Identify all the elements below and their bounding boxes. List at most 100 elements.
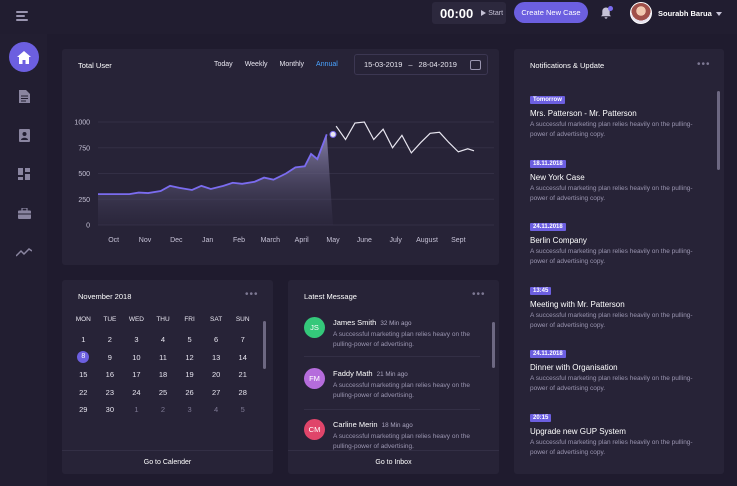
calendar-day-number: 5	[187, 335, 192, 345]
notification-dot	[608, 6, 613, 11]
calendar-day[interactable]: 21	[229, 370, 256, 379]
message-item[interactable]: JS James Smith 32 Min ago A successful ma…	[304, 317, 480, 348]
notification-tag: 24.11.2018	[530, 223, 566, 231]
x-tick-label: Jan	[202, 237, 213, 244]
calendar-day-number: 20	[211, 370, 221, 380]
calendar-day[interactable]: 4	[203, 405, 230, 414]
calendar-day[interactable]: 1	[70, 335, 97, 344]
calendar-day-number: 5	[240, 405, 245, 415]
notification-item[interactable]: Tomorrow Mrs. Patterson - Mr. Patterson …	[530, 88, 710, 139]
calendar-day[interactable]: 2	[150, 405, 177, 414]
tab-annual[interactable]: Annual	[316, 61, 338, 68]
calendar-day[interactable]: 16	[97, 370, 124, 379]
message-avatar: JS	[304, 317, 325, 338]
calendar-day[interactable]: 12	[176, 353, 203, 362]
messages-scrollbar[interactable]	[492, 322, 495, 368]
calendar-day[interactable]: 20	[203, 370, 230, 379]
calendar-day[interactable]: 1	[123, 405, 150, 414]
calendar-day[interactable]: 15	[70, 370, 97, 379]
timer-start-button[interactable]: Start	[481, 10, 503, 17]
calendar-day[interactable]: 4	[150, 335, 177, 344]
go-to-inbox-link[interactable]: Go to Inbox	[288, 450, 499, 474]
notifications-more-icon[interactable]: •••	[697, 59, 711, 70]
message-sender: Faddy Math	[333, 369, 373, 378]
calendar-day-number: 19	[185, 370, 194, 380]
notification-text: A successful marketing plan relies heavi…	[530, 439, 693, 456]
calendar-day[interactable]: 19	[176, 370, 203, 379]
calendar-day[interactable]: 3	[176, 405, 203, 414]
tab-monthly[interactable]: Monthly	[280, 61, 305, 68]
notification-item[interactable]: 24.11.2018 Dinner with Organisation A su…	[530, 342, 710, 393]
tab-weekly[interactable]: Weekly	[245, 61, 268, 68]
message-item[interactable]: FM Faddy Math 21 Min ago A successful mar…	[304, 368, 480, 399]
notification-item[interactable]: 18.11.2018 New York Case A successful ma…	[530, 152, 710, 203]
calendar-day[interactable]: 18	[150, 370, 177, 379]
calendar-day[interactable]: 25	[150, 388, 177, 397]
calendar-icon[interactable]	[470, 60, 481, 70]
notification-item[interactable]: 24.11.2018 Berlin Company A successful m…	[530, 215, 710, 266]
calendar-scrollbar[interactable]	[263, 321, 266, 369]
calendar-day-number: 11	[159, 352, 167, 362]
calendar-day[interactable]: 8	[70, 351, 97, 364]
calendar-day[interactable]: 23	[97, 388, 124, 397]
go-to-calendar-link[interactable]: Go to Calender	[62, 450, 273, 474]
message-avatar: FM	[304, 368, 325, 389]
date-range-picker[interactable]: 15-03-2019 – 28-04-2019	[354, 54, 488, 75]
calendar-day[interactable]: 14	[229, 353, 256, 362]
calendar-day[interactable]: 5	[229, 405, 256, 414]
hamburger-menu-icon[interactable]	[16, 11, 28, 21]
sidebar-item-dashboard[interactable]	[9, 159, 39, 189]
calendar-day-number: 6	[214, 335, 219, 345]
x-tick-label: Feb	[233, 237, 245, 244]
x-tick-label: March	[261, 237, 281, 244]
calendar-day-number: 21	[238, 370, 247, 380]
calendar-day[interactable]: 28	[229, 388, 256, 397]
calendar-day-number: 18	[158, 370, 168, 380]
sidebar-item-home[interactable]	[9, 42, 39, 72]
calendar-day[interactable]: 5	[176, 335, 203, 344]
calendar-day[interactable]: 7	[229, 335, 256, 344]
calendar-day[interactable]: 13	[203, 353, 230, 362]
tab-today[interactable]: Today	[214, 61, 233, 68]
message-text: A successful marketing plan relies heavy…	[333, 382, 470, 399]
sidebar-item-contacts[interactable]	[9, 120, 39, 150]
calendar-day[interactable]: 17	[123, 370, 150, 379]
total-user-chart: 0 250 500 750 1000 Oct Nov Dec Jan Feb March April M…	[74, 120, 494, 244]
notification-bell-icon[interactable]	[599, 6, 613, 20]
calendar-day[interactable]: 24	[123, 388, 150, 397]
notification-text: A successful marketing plan relies heavi…	[530, 185, 693, 202]
calendar-day[interactable]: 10	[123, 353, 150, 362]
date-separator: –	[408, 60, 413, 69]
calendar-day[interactable]: 26	[176, 388, 203, 397]
messages-more-icon[interactable]: •••	[472, 289, 486, 300]
sidebar-item-cases[interactable]	[9, 198, 39, 228]
calendar-day[interactable]: 9	[97, 353, 124, 362]
calendar-day[interactable]: 2	[97, 335, 124, 344]
notification-item[interactable]: 20:15 Upgrade new GUP System A successfu…	[530, 406, 710, 457]
notifications-scrollbar[interactable]	[717, 91, 720, 170]
notifications-panel: Notifications & Update ••• Tomorrow Mrs.…	[514, 49, 724, 474]
calendar-day[interactable]: 11	[150, 353, 177, 362]
top-bar: 00:00 Start Create New Case Sourabh Baru…	[0, 0, 737, 34]
notification-text: A successful marketing plan relies heavi…	[530, 248, 693, 265]
notification-item[interactable]: 13:45 Meeting with Mr. Patterson A succe…	[530, 279, 710, 330]
notification-title: Berlin Company	[530, 236, 587, 245]
create-new-case-button[interactable]: Create New Case	[514, 2, 588, 23]
notification-title: Mrs. Patterson - Mr. Patterson	[530, 109, 637, 118]
user-avatar[interactable]	[630, 2, 652, 24]
calendar-day[interactable]: 27	[203, 388, 230, 397]
calendar-day[interactable]: 30	[97, 405, 124, 414]
message-item[interactable]: CM Carline Merin 18 Min ago A successful …	[304, 419, 480, 450]
sidebar-item-analytics[interactable]	[9, 237, 39, 267]
x-tick-label: Nov	[139, 237, 152, 244]
calendar-more-icon[interactable]: •••	[245, 289, 259, 300]
calendar-week: 22 23 24 25 26 27 28	[70, 384, 256, 402]
calendar-day[interactable]: 22	[70, 388, 97, 397]
user-menu[interactable]: Sourabh Barua	[658, 9, 722, 18]
calendar-day-number: 2	[160, 405, 166, 415]
calendar-day-number: 12	[185, 352, 194, 362]
calendar-day[interactable]: 3	[123, 335, 150, 344]
calendar-day[interactable]: 29	[70, 405, 97, 414]
sidebar-item-documents[interactable]	[9, 81, 39, 111]
calendar-day[interactable]: 6	[203, 335, 230, 344]
